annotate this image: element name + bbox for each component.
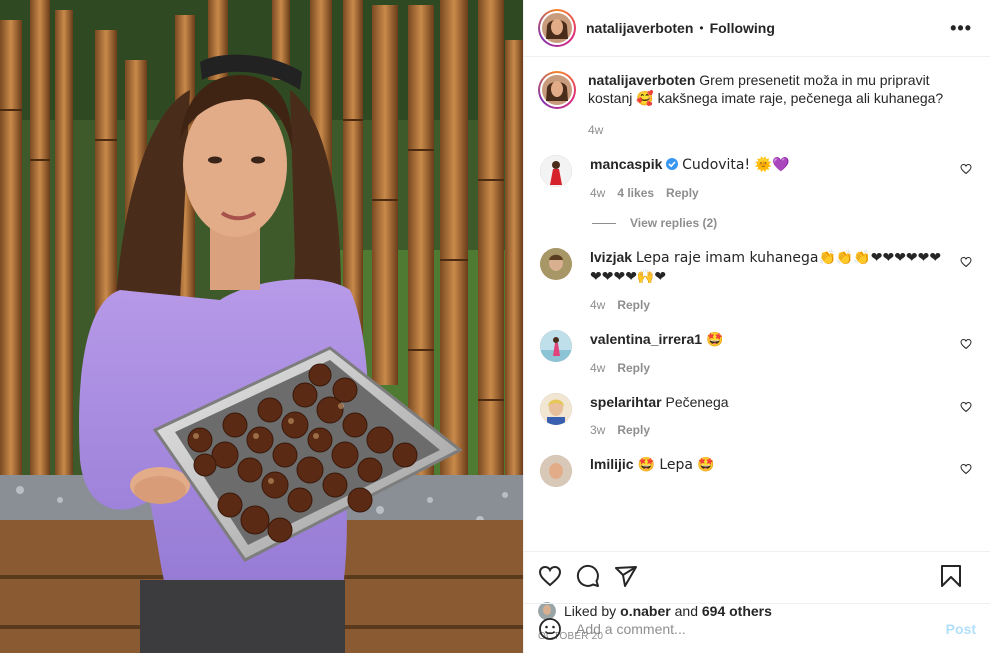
reply-button[interactable]: Reply — [617, 298, 650, 312]
comment-username[interactable]: valentina_irrera1 — [590, 331, 702, 347]
caption-avatar[interactable] — [538, 71, 576, 109]
comment-text: Pečenega — [665, 394, 729, 410]
view-replies-label: View replies (2) — [630, 216, 718, 230]
comments-list[interactable]: natalijaverboten Grem presenetit moža in… — [524, 57, 990, 551]
reply-button[interactable]: Reply — [617, 361, 650, 375]
comment-avatar[interactable] — [540, 330, 572, 362]
comment-item: mancaspik Cudovita! 🌞💜 4w 4 likes Reply — [538, 155, 976, 200]
caption: natalijaverboten Grem presenetit moža in… — [538, 71, 976, 137]
comment-text: Cudovita! 🌞💜 — [682, 157, 790, 173]
comment-time[interactable]: 4w — [590, 361, 605, 375]
author-avatar-image — [542, 13, 572, 43]
comment-likes[interactable]: 4 likes — [617, 186, 654, 200]
instagram-post-modal: natalijaverboten • Following ••• natalij… — [0, 0, 990, 653]
comment-text: 🤩 Lepa 🤩 — [637, 457, 715, 473]
comment-username[interactable]: mancaspik — [590, 156, 662, 172]
comment-item: valentina_irrera1 🤩 4w Reply — [538, 330, 976, 375]
reply-button[interactable]: Reply — [617, 423, 650, 437]
heart-icon[interactable] — [538, 564, 562, 588]
comment-item: lmilijic 🤩 Lepa 🤩 — [538, 455, 976, 487]
post-header: natalijaverboten • Following ••• — [524, 0, 990, 57]
add-comment-bar: Post — [524, 603, 990, 653]
bookmark-icon[interactable] — [940, 564, 962, 588]
share-icon[interactable] — [614, 564, 638, 588]
comment-like-heart-icon[interactable] — [960, 163, 972, 175]
comment-time[interactable]: 3w — [590, 423, 605, 437]
post-comment-button[interactable]: Post — [946, 621, 976, 637]
comment-input[interactable] — [576, 620, 946, 637]
comment-like-heart-icon[interactable] — [960, 401, 972, 413]
comment-time[interactable]: 4w — [590, 186, 605, 200]
comment-avatar[interactable] — [540, 155, 572, 187]
comment-username[interactable]: lmilijic — [590, 456, 634, 472]
reply-button[interactable]: Reply — [666, 186, 699, 200]
comment-like-heart-icon[interactable] — [960, 256, 972, 268]
caption-time[interactable]: 4w — [588, 123, 603, 137]
comment-item: lvizjak Lepa raje imam kuhanega👏👏👏❤❤❤❤❤❤… — [538, 248, 976, 312]
comment-item: spelarihtar Pečenega 3w Reply — [538, 393, 976, 437]
caption-username[interactable]: natalijaverboten — [588, 72, 695, 88]
smiley-icon[interactable] — [538, 617, 562, 641]
post-actions-bar — [524, 551, 990, 599]
caption-text: natalijaverboten Grem presenetit moža in… — [588, 71, 950, 107]
view-replies-line — [592, 222, 616, 224]
comment-like-heart-icon[interactable] — [960, 463, 972, 475]
caption-avatar-image — [542, 75, 572, 105]
author-username[interactable]: natalijaverboten — [586, 20, 693, 36]
more-options-icon[interactable]: ••• — [950, 18, 972, 39]
verified-badge-icon — [666, 158, 679, 170]
following-button[interactable]: Following — [710, 20, 775, 36]
header-separator: • — [699, 21, 704, 35]
comment-username[interactable]: lvizjak — [590, 249, 632, 265]
comment-text: 🤩 — [705, 332, 724, 348]
comment-time[interactable]: 4w — [590, 298, 605, 312]
view-replies-button[interactable]: View replies (2) — [592, 216, 976, 230]
comment-text: Lepa raje imam kuhanega👏👏👏❤❤❤❤❤❤❤❤❤❤🙌❤ — [590, 250, 942, 285]
comment-like-heart-icon[interactable] — [960, 338, 972, 350]
post-photo[interactable] — [0, 0, 523, 653]
comment-avatar[interactable] — [540, 455, 572, 487]
comment-avatar[interactable] — [540, 393, 572, 425]
comment-icon[interactable] — [576, 564, 600, 588]
photo-illustration — [0, 0, 523, 653]
comment-username[interactable]: spelarihtar — [590, 394, 662, 410]
author-avatar[interactable] — [538, 9, 576, 47]
comment-avatar[interactable] — [540, 248, 572, 280]
post-side-panel: natalijaverboten • Following ••• natalij… — [523, 0, 990, 653]
